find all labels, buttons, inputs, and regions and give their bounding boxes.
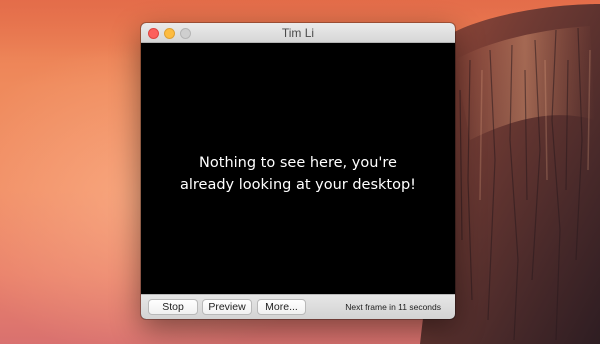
zoom-button-icon xyxy=(180,28,191,39)
preview-area: Nothing to see here, you're already look… xyxy=(141,43,455,294)
close-button-icon[interactable] xyxy=(148,28,159,39)
message-line-1: Nothing to see here, you're xyxy=(199,155,397,171)
title-bar[interactable]: Tim Li xyxy=(141,23,455,43)
more-button[interactable]: More... xyxy=(257,299,306,315)
stop-button[interactable]: Stop xyxy=(148,299,198,315)
empty-state-message: Nothing to see here, you're already look… xyxy=(141,152,455,196)
bottom-toolbar: Stop Preview More... Next frame in 11 se… xyxy=(141,294,455,319)
message-line-2: already looking at your desktop! xyxy=(179,177,416,193)
app-window: Tim Li Nothing to see here, you're alrea… xyxy=(141,23,455,319)
next-frame-status: Next frame in 11 seconds xyxy=(345,302,441,312)
minimize-button-icon[interactable] xyxy=(164,28,175,39)
preview-button[interactable]: Preview xyxy=(202,299,252,315)
